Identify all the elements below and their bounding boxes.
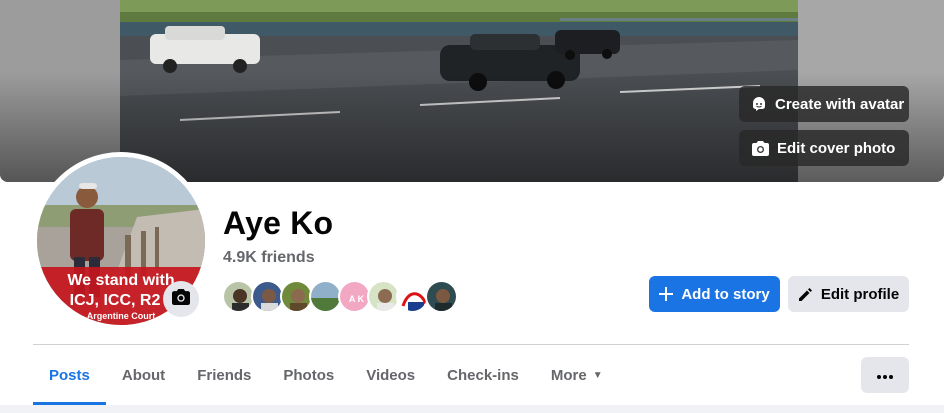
tab-label: About (121, 366, 166, 384)
tab-label: Videos (366, 366, 416, 384)
ellipsis-icon (877, 366, 893, 384)
profile-tabs: Posts About Friends Photos Videos Check-… (33, 345, 619, 405)
svg-text:A K: A K (349, 294, 365, 304)
friend-avatar[interactable] (425, 280, 458, 313)
camera-icon (172, 288, 190, 310)
tab-posts[interactable]: Posts (33, 345, 106, 405)
pencil-icon (798, 287, 813, 302)
tab-friends[interactable]: Friends (181, 345, 267, 405)
friend-avatars: A K (222, 280, 458, 313)
caret-down-icon: ▼ (592, 369, 603, 381)
avatar-face-icon (751, 95, 767, 113)
avatar-overlay-line3: Argentine Court (87, 311, 156, 321)
tab-photos[interactable]: Photos (267, 345, 350, 405)
edit-profile-button[interactable]: Edit profile (788, 276, 909, 312)
more-options-button[interactable] (861, 357, 909, 393)
edit-cover-photo-label: Edit cover photo (777, 139, 896, 157)
camera-icon (751, 139, 769, 157)
update-profile-picture-button[interactable] (163, 281, 199, 317)
add-to-story-label: Add to story (681, 285, 770, 303)
tab-about[interactable]: About (106, 345, 181, 405)
tab-label: More (550, 366, 587, 384)
edit-cover-photo-button[interactable]: Edit cover photo (739, 130, 909, 166)
tab-label: Posts (49, 366, 90, 384)
profile-name: Aye Ko (223, 205, 334, 241)
edit-profile-label: Edit profile (820, 285, 900, 303)
avatar-overlay-line2: ICJ, ICC, R2 (70, 292, 161, 309)
create-with-avatar-label: Create with avatar (775, 95, 905, 113)
friends-count-link[interactable]: 4.9K friends (223, 249, 315, 267)
tab-label: Friends (197, 366, 252, 384)
feed-background (0, 405, 944, 413)
plus-icon (659, 287, 674, 301)
tab-more[interactable]: More ▼ (535, 345, 619, 405)
tab-videos[interactable]: Videos (350, 345, 431, 405)
tab-check-ins[interactable]: Check-ins (431, 345, 535, 405)
tab-label: Photos (283, 366, 335, 384)
add-to-story-button[interactable]: Add to story (649, 276, 780, 312)
tab-label: Check-ins (447, 366, 519, 384)
create-with-avatar-button[interactable]: Create with avatar (739, 86, 909, 122)
avatar-overlay-line1: We stand with (67, 272, 174, 289)
